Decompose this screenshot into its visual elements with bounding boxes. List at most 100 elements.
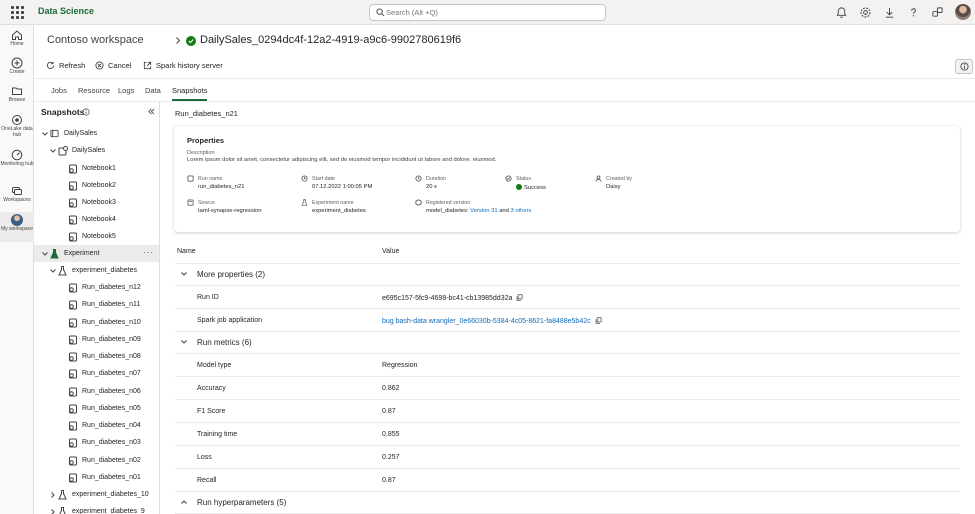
tree-node-label: Run_diabetes_n02 [82, 457, 141, 464]
tree-node-run[interactable]: Run_diabetes_n04 [34, 417, 159, 434]
copy-icon[interactable] [595, 317, 602, 324]
group-more-properties[interactable]: More properties (2) [175, 264, 960, 286]
nav-my-workspace[interactable]: My workspace [0, 212, 34, 242]
tree-node-run[interactable]: Run_diabetes_n09 [34, 331, 159, 348]
tree-node-run[interactable]: Run_diabetes_n10 [34, 314, 159, 331]
nav-onelake[interactable]: OneLake data hub [0, 114, 34, 142]
app-launcher-icon[interactable] [11, 6, 24, 19]
notebook-icon [67, 181, 78, 191]
nav-label: OneLake data hub [1, 126, 33, 138]
tree-node-notebook[interactable]: Notebook5 [34, 228, 159, 245]
breadcrumb-workspace[interactable]: Contoso workspace [47, 34, 144, 46]
tree-node-folder[interactable]: DailySales [34, 142, 159, 159]
prop-value: 20 s [426, 184, 437, 190]
tree-node-run[interactable]: Run_diabetes_n06 [34, 383, 159, 400]
tab-jobs[interactable]: Jobs [51, 86, 67, 95]
run-icon [67, 473, 78, 483]
run-icon [67, 283, 78, 293]
nav-home[interactable]: Home [0, 29, 34, 53]
tree-node-label: Notebook1 [82, 165, 116, 172]
download-icon[interactable] [883, 6, 896, 19]
tree-node-run[interactable]: Run_diabetes_n03 [34, 434, 159, 451]
reg-and: and [499, 208, 509, 214]
source-link[interactable]: taml-synapse-regression [187, 208, 261, 214]
refresh-button[interactable]: Refresh [46, 61, 85, 70]
tree-node-experiment[interactable]: Experiment ··· [34, 245, 159, 262]
tree-title: Snapshots [41, 107, 85, 117]
properties-heading: Properties [187, 136, 225, 145]
row-value: 0.257 [382, 454, 400, 461]
spark-history-server-button[interactable]: Spark history server [143, 61, 223, 70]
spark-job-link[interactable]: bug bash-data wrangler_0e66030b-5384-4c0… [382, 318, 591, 325]
tree-node-notebook[interactable]: Notebook2 [34, 177, 159, 194]
info-icon[interactable] [82, 108, 90, 116]
tree-node-run[interactable]: Run_diabetes_n02 [34, 452, 159, 469]
info-icon [960, 62, 969, 71]
prop-label: Status [516, 176, 532, 182]
tree-node-label: Run_diabetes_n03 [82, 439, 141, 446]
experiment-link[interactable]: experiment_diabetes [301, 208, 366, 214]
status-icon [505, 175, 512, 182]
tree-node-label: DailySales [64, 130, 98, 137]
tree-node-run[interactable]: Run_diabetes_n12 [34, 279, 159, 296]
row-name: Loss [197, 454, 212, 461]
tree-node-experiment-item[interactable]: experiment_diabetes [34, 262, 159, 279]
share-feedback-icon[interactable] [931, 6, 944, 19]
info-button[interactable] [955, 59, 973, 74]
run-icon [67, 318, 78, 328]
nav-label: Home [10, 41, 24, 47]
nav-workspaces[interactable]: Workspaces [0, 185, 34, 209]
nav-label: Workspaces [3, 197, 31, 203]
chevron-up-icon [181, 500, 187, 504]
tree-node-notebook[interactable]: Notebook1 [34, 160, 159, 177]
more-options-icon[interactable]: ··· [143, 248, 154, 257]
others-link[interactable]: 3 others [511, 208, 532, 214]
group-run-hyperparameters[interactable]: Run hyperparameters (5) [175, 492, 960, 514]
row-name: Recall [197, 477, 217, 484]
tree-node-notebook[interactable]: Notebook4 [34, 211, 159, 228]
version-link[interactable]: Version 31 [470, 208, 497, 214]
run-icon [67, 352, 78, 362]
tree-node-experiment-item[interactable]: experiment_diabetes_9 [34, 503, 159, 514]
tab-snapshots[interactable]: Snapshots [172, 86, 208, 101]
tree-node-label: Run_diabetes_n04 [82, 422, 141, 429]
tree-node-notebook[interactable]: Notebook3 [34, 194, 159, 211]
search-input[interactable] [386, 7, 596, 18]
tree-node-run[interactable]: Run_diabetes_n08 [34, 348, 159, 365]
tree-node-label: Run_diabetes_n05 [82, 405, 141, 412]
nav-browse[interactable]: Browse [0, 85, 34, 109]
notebook-icon [67, 164, 78, 174]
app-name[interactable]: Data Science [38, 6, 94, 16]
row-value: 0.87 [382, 477, 396, 484]
tree-node-run[interactable]: Run_diabetes_n11 [34, 296, 159, 313]
prop-created-by: Created by Daisy [595, 175, 632, 190]
tree-node-experiment-item[interactable]: experiment_diabetes_10 [34, 486, 159, 503]
onelake-icon [12, 115, 22, 125]
nav-create[interactable]: Create [0, 57, 34, 81]
prop-label: Created by [606, 176, 632, 182]
cancel-button[interactable]: Cancel [95, 61, 131, 70]
prop-run-name: Run name run_diabetes_n21 [187, 175, 244, 190]
group-run-metrics[interactable]: Run metrics (6) [175, 332, 960, 354]
chevron-down-icon [41, 131, 49, 136]
nav-monitoring[interactable]: Monitoring hub [0, 149, 34, 177]
tab-logs[interactable]: Logs [118, 86, 134, 95]
copy-icon[interactable] [516, 294, 523, 301]
user-avatar[interactable] [955, 4, 971, 20]
table-row: Run ID e695c157-5fc9-4698-bc41-cb13985dd… [175, 286, 960, 309]
tree-node-run[interactable]: Run_diabetes_n05 [34, 400, 159, 417]
experiment-flask-icon [57, 265, 68, 276]
tree-node-run[interactable]: Run_diabetes_n07 [34, 365, 159, 382]
tree-node-root[interactable]: DailySales [34, 125, 159, 142]
settings-gear-icon[interactable] [859, 6, 872, 19]
tab-resource[interactable]: Resource [78, 86, 110, 95]
tree-node-run[interactable]: Run_diabetes_n01 [34, 469, 159, 486]
help-icon[interactable] [907, 6, 920, 19]
collapse-panel-icon[interactable] [148, 108, 155, 115]
notification-bell-icon[interactable] [835, 6, 848, 19]
run-icon [67, 404, 78, 414]
search-box[interactable] [369, 4, 606, 21]
table-row: Training time 0.855 [175, 423, 960, 446]
tab-data[interactable]: Data [145, 86, 161, 95]
history-icon [415, 175, 422, 182]
